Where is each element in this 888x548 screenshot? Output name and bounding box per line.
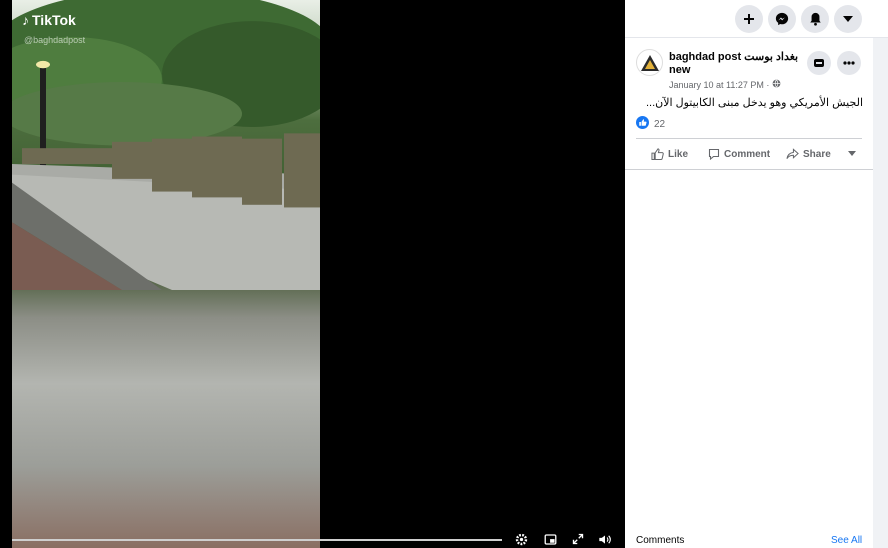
expand-icon[interactable] (570, 531, 586, 547)
divider (636, 138, 862, 139)
comments-heading: Comments (636, 535, 685, 546)
comment-button[interactable]: Comment (708, 148, 770, 160)
globe-icon (772, 79, 781, 90)
see-all-link[interactable]: See All (831, 535, 862, 546)
reaction-summary[interactable]: 22 (636, 116, 665, 132)
video-controls (0, 530, 625, 548)
plus-icon[interactable] (735, 5, 763, 33)
avatar[interactable] (636, 49, 663, 76)
caret-down-small-icon (848, 151, 856, 156)
like-icon (636, 116, 649, 132)
post-timestamp: January 10 at 11:27 PM · (669, 79, 781, 90)
comment-icon (708, 148, 720, 160)
ellipsis-icon (843, 61, 855, 65)
message-icon (814, 59, 824, 67)
share-icon (786, 148, 799, 159)
scrollbar-track[interactable] (873, 38, 888, 548)
tiktok-watermark: ♪ TikTok (22, 12, 76, 28)
message-page-button[interactable] (807, 51, 831, 75)
tiktok-handle: @baghdadpost (24, 35, 86, 45)
video-progress-bar[interactable] (12, 539, 502, 541)
share-options-caret[interactable] (848, 151, 856, 157)
top-navigation-icons (625, 0, 888, 38)
caret-down-icon[interactable] (834, 5, 862, 33)
video-stage[interactable]: ♪ TikTok @baghdadpost (0, 0, 625, 548)
gear-icon[interactable] (513, 531, 529, 547)
messenger-icon[interactable] (768, 5, 796, 33)
reaction-count: 22 (654, 118, 666, 130)
picture-in-picture-icon[interactable] (542, 531, 558, 547)
more-options-button[interactable] (837, 51, 861, 75)
thumbs-up-icon (651, 148, 664, 160)
bell-icon[interactable] (801, 5, 829, 33)
like-button[interactable]: Like (651, 148, 688, 160)
page-name[interactable]: baghdad post بغداد بوست new (669, 51, 799, 77)
share-button[interactable]: Share (786, 148, 831, 160)
video-frame[interactable]: ♪ TikTok @baghdadpost (12, 0, 320, 548)
page-logo-icon (640, 54, 659, 71)
tiktok-logo-icon: ♪ (22, 12, 29, 28)
post-text: الجيش الأمريكي وهو يدخل مبنى الكابيتول ا… (645, 97, 863, 109)
speaker-icon[interactable] (597, 531, 613, 547)
post-bottom-divider (625, 169, 873, 170)
post-actions: Like Comment Share (636, 145, 862, 163)
